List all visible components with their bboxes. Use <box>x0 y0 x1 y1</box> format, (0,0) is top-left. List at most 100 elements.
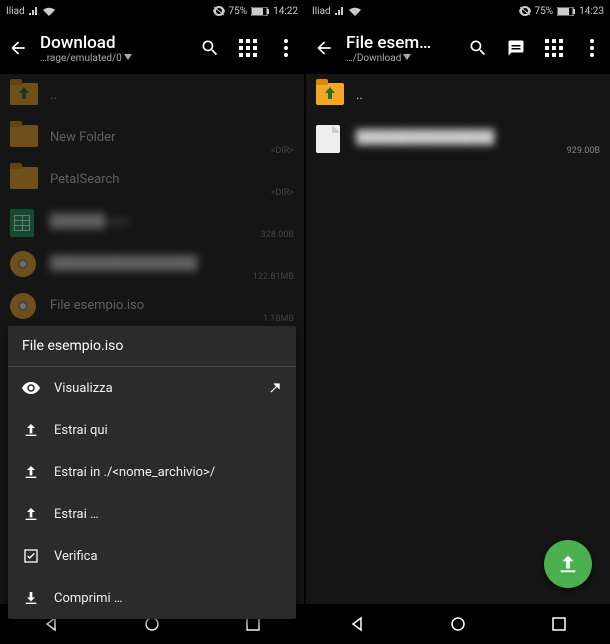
menu-item-extract[interactable]: Estrai … <box>8 493 296 535</box>
grid-icon <box>239 39 257 57</box>
wifi-icon <box>349 7 361 16</box>
upload-icon <box>22 421 40 439</box>
list-item-label: ██████.csv <box>50 213 294 229</box>
grid-icon <box>545 39 563 57</box>
signal-icon <box>29 7 39 15</box>
eye-off-icon <box>519 6 531 16</box>
phone-right: Iliad 75% 14:23 File esem… …/Download <box>306 0 610 644</box>
list-item-meta: <DIR> <box>271 146 294 156</box>
menu-item-label: Estrai qui <box>54 423 108 438</box>
list-item-label: ████████████████ <box>50 255 294 271</box>
file-icon <box>316 125 340 153</box>
wifi-icon <box>43 7 55 16</box>
arrow-left-icon <box>8 38 28 58</box>
list-item-file[interactable]: ██████.csv 328.00B <box>0 200 304 242</box>
list-item-label: ███████████████ <box>356 129 600 145</box>
upload-icon <box>557 553 579 575</box>
battery-icon <box>557 7 575 16</box>
nav-recent-button[interactable] <box>548 613 570 635</box>
list-item-label: New Folder <box>50 130 294 145</box>
folder-up-icon <box>316 83 344 105</box>
search-icon <box>200 38 220 58</box>
battery-icon <box>251 7 269 16</box>
status-bar: Iliad 75% 14:22 <box>0 0 304 22</box>
eye-off-icon <box>213 6 225 16</box>
notes-button[interactable] <box>506 38 526 58</box>
file-list: .. ███████████████ 929.00B <box>306 74 610 604</box>
menu-item-extract-in[interactable]: Estrai in ./<nome_archivio>/ <box>8 451 296 493</box>
list-item-meta: 929.00B <box>567 146 600 156</box>
fab-button[interactable] <box>544 540 592 588</box>
folder-icon <box>10 167 38 189</box>
more-vert-icon <box>590 39 594 57</box>
list-item-meta: 1.18MB <box>263 314 294 324</box>
triangle-left-icon <box>349 616 365 632</box>
menu-item-label: Verifica <box>54 549 98 564</box>
grid-view-button[interactable] <box>238 38 258 58</box>
back-button[interactable] <box>314 38 334 58</box>
context-menu: File esempio.iso Visualizza Estrai qui E… <box>8 326 296 619</box>
notes-icon <box>507 39 525 57</box>
list-item-label: .. <box>356 88 600 103</box>
arrow-left-icon <box>314 38 334 58</box>
overflow-button[interactable] <box>582 38 602 58</box>
menu-item-compress[interactable]: Comprimi … <box>8 577 296 619</box>
app-bar: File esem… …/Download <box>306 22 610 74</box>
battery-label: 75% <box>535 6 554 17</box>
carrier-label: Iliad <box>312 6 331 17</box>
menu-item-view[interactable]: Visualizza <box>8 367 296 409</box>
more-vert-icon <box>284 39 288 57</box>
dropdown-icon <box>403 54 411 62</box>
menu-item-label: Comprimi … <box>54 591 123 606</box>
menu-item-extract-here[interactable]: Estrai qui <box>8 409 296 451</box>
upload-icon <box>22 505 40 523</box>
spreadsheet-icon <box>10 209 34 237</box>
clock-label: 14:23 <box>579 6 604 17</box>
list-item-up[interactable]: .. <box>306 74 610 116</box>
list-item-meta: 122.81MB <box>253 272 294 282</box>
context-menu-title: File esempio.iso <box>8 326 296 367</box>
menu-item-label: Estrai in ./<nome_archivio>/ <box>54 465 215 480</box>
list-item-up[interactable]: .. <box>0 74 304 116</box>
carrier-label: Iliad <box>6 6 25 17</box>
overflow-button[interactable] <box>276 38 296 58</box>
square-icon <box>552 617 566 631</box>
search-button[interactable] <box>200 38 220 58</box>
back-button[interactable] <box>8 38 28 58</box>
clock-label: 14:22 <box>273 6 298 17</box>
folder-up-icon <box>10 83 38 105</box>
dropdown-icon <box>124 54 132 62</box>
check-icon <box>22 547 40 565</box>
page-title: File esem… <box>346 33 456 53</box>
disc-icon <box>10 293 36 319</box>
list-item-label: .. <box>50 88 294 103</box>
breadcrumb[interactable]: …/Download <box>346 53 456 64</box>
download-icon <box>22 589 40 607</box>
folder-icon <box>10 125 38 147</box>
search-icon <box>468 38 488 58</box>
status-bar: Iliad 75% 14:23 <box>306 0 610 22</box>
open-external-icon <box>268 381 282 395</box>
circle-icon <box>450 616 466 632</box>
list-item-meta: 328.00B <box>261 230 294 240</box>
signal-icon <box>335 7 345 15</box>
breadcrumb[interactable]: …rage/emulated/0 <box>40 53 188 64</box>
nav-home-button[interactable] <box>447 613 469 635</box>
upload-icon <box>22 463 40 481</box>
list-item-folder[interactable]: PetalSearch <DIR> <box>0 158 304 200</box>
menu-item-label: Estrai … <box>54 507 99 522</box>
search-button[interactable] <box>468 38 488 58</box>
list-item-file[interactable]: ████████████████ 122.81MB <box>0 242 304 284</box>
square-icon <box>246 617 260 631</box>
disc-icon <box>10 251 36 277</box>
list-item-label: File esempio.iso <box>50 298 294 313</box>
list-item-file[interactable]: ███████████████ 929.00B <box>306 116 610 158</box>
grid-view-button[interactable] <box>544 38 564 58</box>
nav-back-button[interactable] <box>346 613 368 635</box>
phone-left: Iliad 75% 14:22 Download …rage/emulated/… <box>0 0 304 644</box>
list-item-file[interactable]: File esempio.iso 1.18MB <box>0 284 304 326</box>
menu-item-verify[interactable]: Verifica <box>8 535 296 577</box>
list-item-meta: <DIR> <box>271 188 294 198</box>
list-item-folder[interactable]: New Folder <DIR> <box>0 116 304 158</box>
page-title: Download <box>40 33 188 53</box>
